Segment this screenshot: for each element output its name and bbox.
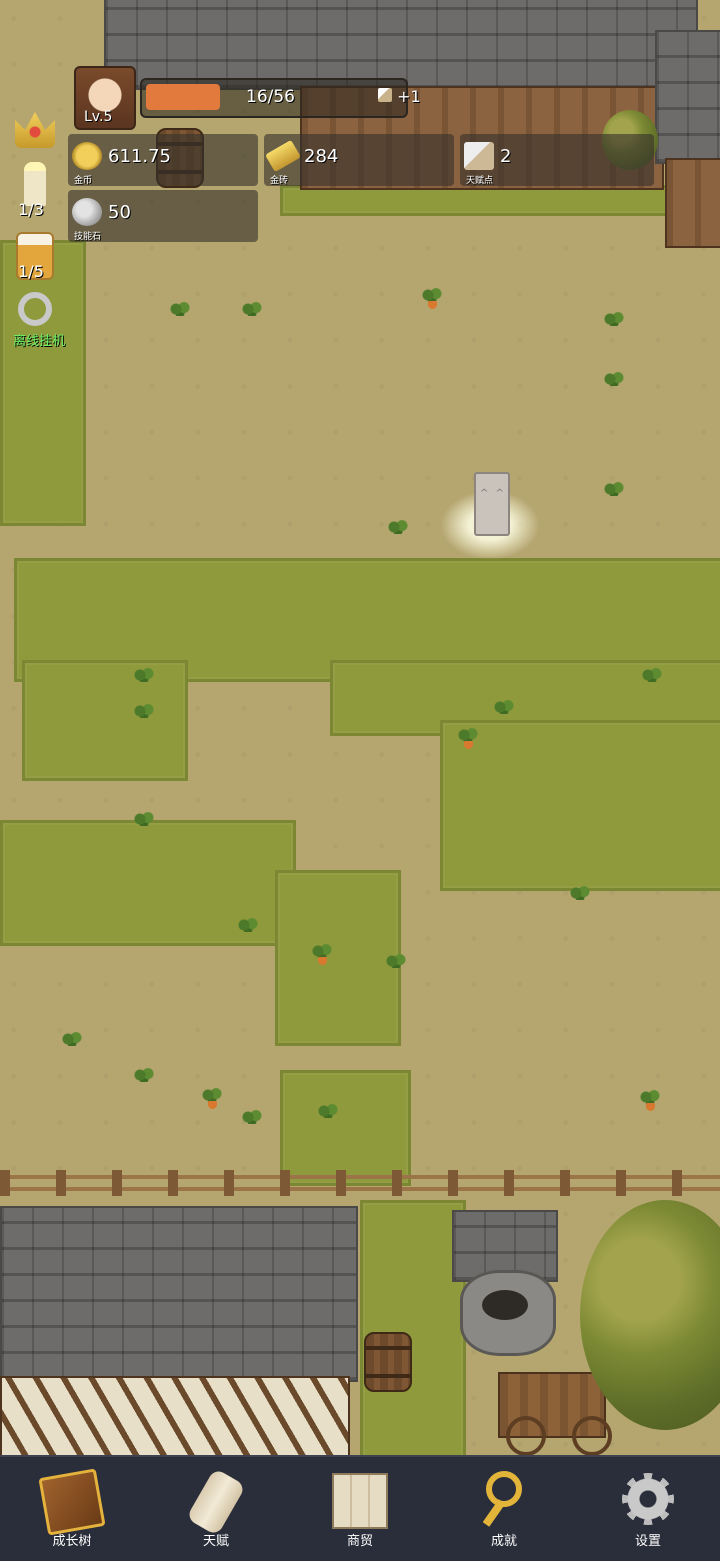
grass-patch	[280, 1070, 411, 1186]
barrel	[364, 1332, 412, 1392]
crop-plant[interactable]	[492, 700, 516, 722]
grass-patch	[440, 720, 720, 891]
crown-icon	[15, 112, 55, 148]
bottom-nav: 成长树 天赋 商贸 成就 设置	[0, 1455, 720, 1561]
grass-patch	[275, 870, 401, 1046]
crop-plant[interactable]	[132, 1068, 156, 1090]
gravestone-monster[interactable]	[474, 472, 510, 536]
skill-stone-value: 50	[108, 202, 131, 223]
golden-key-icon	[486, 1471, 522, 1507]
idle-button[interactable]: 离线挂机	[12, 292, 65, 349]
candle-button[interactable]: 1/3	[12, 162, 58, 219]
talent-points-counter[interactable]: 2 天赋点	[460, 134, 654, 186]
gold-brick-counter[interactable]: 284 金砖	[264, 134, 454, 186]
crop-plant[interactable]	[602, 482, 626, 504]
gold-brick-caption: 金砖	[270, 176, 289, 186]
book-icon	[38, 1468, 106, 1536]
crop-plant[interactable]	[240, 1110, 264, 1132]
well-hole	[482, 1290, 528, 1320]
crop-plant[interactable]	[640, 668, 664, 690]
crop-plant[interactable]	[638, 1090, 662, 1112]
map-icon	[332, 1473, 388, 1529]
crop-plant[interactable]	[236, 918, 260, 940]
crown-button[interactable]	[12, 108, 58, 148]
house-wall	[0, 1376, 350, 1455]
cart-wheel	[506, 1416, 546, 1455]
gold-brick-value: 284	[304, 146, 339, 167]
nav-settings[interactable]: 设置	[576, 1457, 720, 1561]
quill-icon	[378, 88, 392, 102]
crop-plant[interactable]	[456, 728, 480, 750]
crop-plant[interactable]	[132, 812, 156, 834]
gold-value: 611.75	[108, 146, 171, 167]
beer-button[interactable]: 1/5	[12, 232, 58, 281]
crop-plant[interactable]	[384, 954, 408, 976]
talent-points-value: 2	[500, 146, 512, 167]
wooden-fence	[0, 1170, 720, 1196]
crop-plant[interactable]	[316, 1104, 340, 1126]
xp-fill	[146, 84, 221, 110]
stone-icon	[72, 198, 102, 226]
scroll-quill-icon	[464, 142, 494, 170]
candle-count: 1/3	[18, 200, 44, 219]
nav-trade[interactable]: 商贸	[288, 1457, 432, 1561]
gold-brick-icon	[265, 139, 301, 173]
skill-stone-counter[interactable]: 50 技能石	[68, 190, 258, 242]
cart-wheel	[572, 1416, 612, 1455]
scroll-icon	[185, 1467, 247, 1537]
crop-plant[interactable]	[568, 886, 592, 908]
beer-count: 1/5	[18, 262, 44, 281]
nav-talent[interactable]: 天赋	[144, 1457, 288, 1561]
gold-counter[interactable]: 611.75 金币	[68, 134, 258, 186]
xp-text: 16/56	[246, 87, 295, 107]
key-icon	[18, 292, 52, 326]
talent-points-caption: 天赋点	[466, 176, 494, 186]
xp-bonus: +1	[378, 87, 421, 106]
crop-plant[interactable]	[602, 372, 626, 394]
gold-coin-icon	[72, 142, 102, 170]
player-level: Lv.5	[84, 109, 113, 125]
gold-caption: 金币	[74, 176, 93, 186]
crop-plant[interactable]	[132, 668, 156, 690]
crop-plant[interactable]	[60, 1032, 84, 1054]
crop-plant[interactable]	[310, 944, 334, 966]
nav-growth-tree[interactable]: 成长树	[0, 1457, 144, 1561]
crop-plant[interactable]	[386, 520, 410, 542]
idle-label: 离线挂机	[12, 334, 65, 349]
skill-stone-caption: 技能石	[74, 232, 102, 242]
nav-achievement[interactable]: 成就	[432, 1457, 576, 1561]
house-roof	[0, 1206, 358, 1382]
hud: Lv.5 16/56 +1 611.75 金币 284 金砖 2 天赋点 50 …	[0, 0, 720, 360]
stone-face: ^ ^	[480, 488, 506, 499]
crop-plant[interactable]	[200, 1088, 224, 1110]
crop-plant[interactable]	[132, 704, 156, 726]
grass-patch	[22, 660, 188, 781]
grass-patch	[360, 1200, 466, 1455]
gear-icon	[622, 1473, 674, 1525]
